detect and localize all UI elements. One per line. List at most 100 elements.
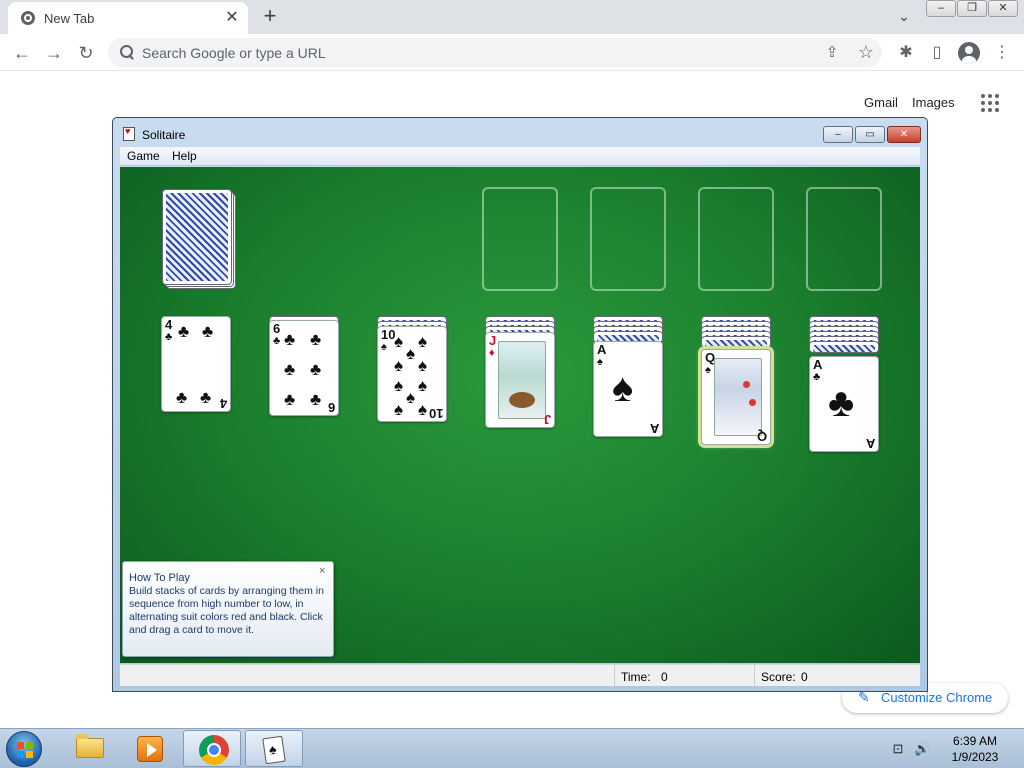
card-rank: 4 [165,317,173,332]
tab-title: New Tab [44,11,95,26]
spade-icon: ♠ [394,400,404,419]
solitaire-menubar: Game Help [120,147,920,166]
bookmark-star-icon[interactable]: ☆ [856,42,876,62]
spade-icon: ♠ [394,356,404,375]
spade-icon: ♠ [406,344,416,363]
solitaire-close-button[interactable]: ✕ [887,126,921,143]
taskbar-explorer[interactable] [60,730,118,767]
card-rank: A [865,436,875,451]
tableau-card-ace-spades[interactable]: A ♠ ♠ A [593,341,663,437]
spade-icon: ♠ [418,376,428,395]
images-link[interactable]: Images [912,95,955,110]
club-icon: ♣ [284,390,296,409]
tip-close-icon[interactable]: × [319,565,325,577]
tab-new-tab[interactable]: New Tab ✕ [8,2,248,34]
taskbar-solitaire[interactable] [245,730,303,767]
gmail-link[interactable]: Gmail [864,95,898,110]
tableau-column: 10 ♠ ♠ ♠ ♠ ♠ ♠ ♠ ♠ ♠ ♠ ♠ 10 [377,316,449,428]
spade-icon: ♠ [418,332,428,351]
omnibox-placeholder[interactable]: Search Google or type a URL [142,45,326,61]
tab-strip: New Tab ✕ + ⌄ – ❐ ✕ [0,0,1024,34]
card-back [701,336,771,348]
new-tab-button[interactable]: + [258,4,282,28]
side-panel-icon[interactable]: ▯ [926,42,948,64]
spade-icon: ♠ [418,400,428,419]
tableau-column: A ♠ ♠ A [593,316,665,440]
menu-help[interactable]: Help [172,149,197,163]
score-cell: Score: 0 [754,665,920,687]
spade-icon: ♠ [381,341,387,353]
berry-art [743,381,750,388]
reload-button[interactable]: ↻ [74,41,98,65]
taskbar: ⊡ 🔊 6:39 AM 1/9/2023 [0,728,1024,768]
taskbar-media-player[interactable] [120,730,178,767]
spade-icon: ♠ [394,332,404,351]
club-icon: ♣ [202,322,214,341]
tableau-card-ace-clubs[interactable]: A ♣ ♣ A [809,356,879,452]
omnibox[interactable]: Search Google or type a URL ⇪ ☆ [108,38,882,67]
solitaire-window-controls: – ▭ ✕ [821,126,921,143]
solitaire-maximize-button[interactable]: ▭ [855,126,885,143]
card-back[interactable] [162,189,232,285]
spade-icon: ♠ [597,356,603,368]
chrome-menu-icon[interactable]: ⋮ [991,42,1013,64]
score-label: Score: [761,670,796,684]
share-icon[interactable]: ⇪ [822,43,842,63]
system-clock[interactable]: 6:39 AM 1/9/2023 [944,733,1006,765]
solitaire-minimize-button[interactable]: – [823,126,853,143]
folder-icon [76,734,104,758]
spade-icon: ♠ [612,366,634,410]
card-rank: A [813,357,823,372]
solitaire-title: Solitaire [142,128,186,142]
solitaire-status-bar: Time: 0 Score: 0 [120,664,920,687]
card-rank: 4 [219,396,227,411]
clock-time: 6:39 AM [952,734,998,748]
start-button[interactable] [6,731,42,767]
foundation-slot[interactable] [590,187,666,291]
back-button[interactable]: ← [10,41,34,65]
volume-icon[interactable]: 🔊 [914,741,930,757]
tableau-card-10-spades[interactable]: 10 ♠ ♠ ♠ ♠ ♠ ♠ ♠ ♠ ♠ ♠ ♠ 10 [377,326,447,422]
forward-button[interactable]: → [42,41,66,65]
profile-avatar-icon[interactable] [958,42,980,64]
minimize-button[interactable]: – [926,0,956,17]
stock-pile[interactable] [162,189,238,293]
score-value: 0 [801,670,808,684]
extensions-puzzle-icon[interactable]: ✱ [895,42,917,64]
card-rank: A [597,342,607,357]
tableau-card-4-clubs[interactable]: 4 ♣ ♣ ♣ ♣ ♣ 4 [161,316,231,412]
restore-button[interactable]: ❐ [957,0,987,17]
solitaire-titlebar[interactable]: Solitaire – ▭ ✕ [113,118,927,147]
google-apps-icon[interactable] [981,94,999,112]
close-button[interactable]: ✕ [988,0,1018,17]
spade-icon: ♠ [406,388,416,407]
tableau-column: Q ♠ Q [701,316,773,450]
chrome-icon [199,735,229,765]
foundation-slot[interactable] [698,187,774,291]
club-icon: ♣ [178,322,190,341]
tab-search-icon[interactable]: ⌄ [894,6,914,26]
menu-game[interactable]: Game [127,149,160,163]
card-rank: 6 [327,400,335,415]
foundation-slot[interactable] [482,187,558,291]
tip-title: How To Play [129,572,190,584]
spade-icon: ♠ [418,356,428,375]
tableau-card-queen-spades[interactable]: Q ♠ Q [701,349,771,445]
taskbar-chrome[interactable] [183,730,241,767]
tip-body: Build stacks of cards by arranging them … [129,585,324,636]
foundation-slot[interactable] [806,187,882,291]
media-player-icon [137,736,163,762]
club-icon: ♣ [284,360,296,379]
tab-close-icon[interactable]: ✕ [222,8,242,28]
club-icon: ♣ [165,331,173,343]
window-controls: – ❐ ✕ [926,0,1020,18]
tableau-card-6-clubs[interactable]: 6 ♣ ♣ ♣ ♣ ♣ ♣ ♣ 6 [269,320,339,416]
bird-nest-art [509,392,535,408]
card-rank: A [649,421,659,436]
network-icon[interactable]: ⊡ [890,741,906,757]
tableau-card-jack-diamonds[interactable]: J ♦ J [485,332,555,428]
card-rank: Q [756,429,767,444]
diamond-icon: ♦ [489,347,495,359]
club-icon: ♣ [200,388,212,407]
card-rank: J [489,333,497,348]
